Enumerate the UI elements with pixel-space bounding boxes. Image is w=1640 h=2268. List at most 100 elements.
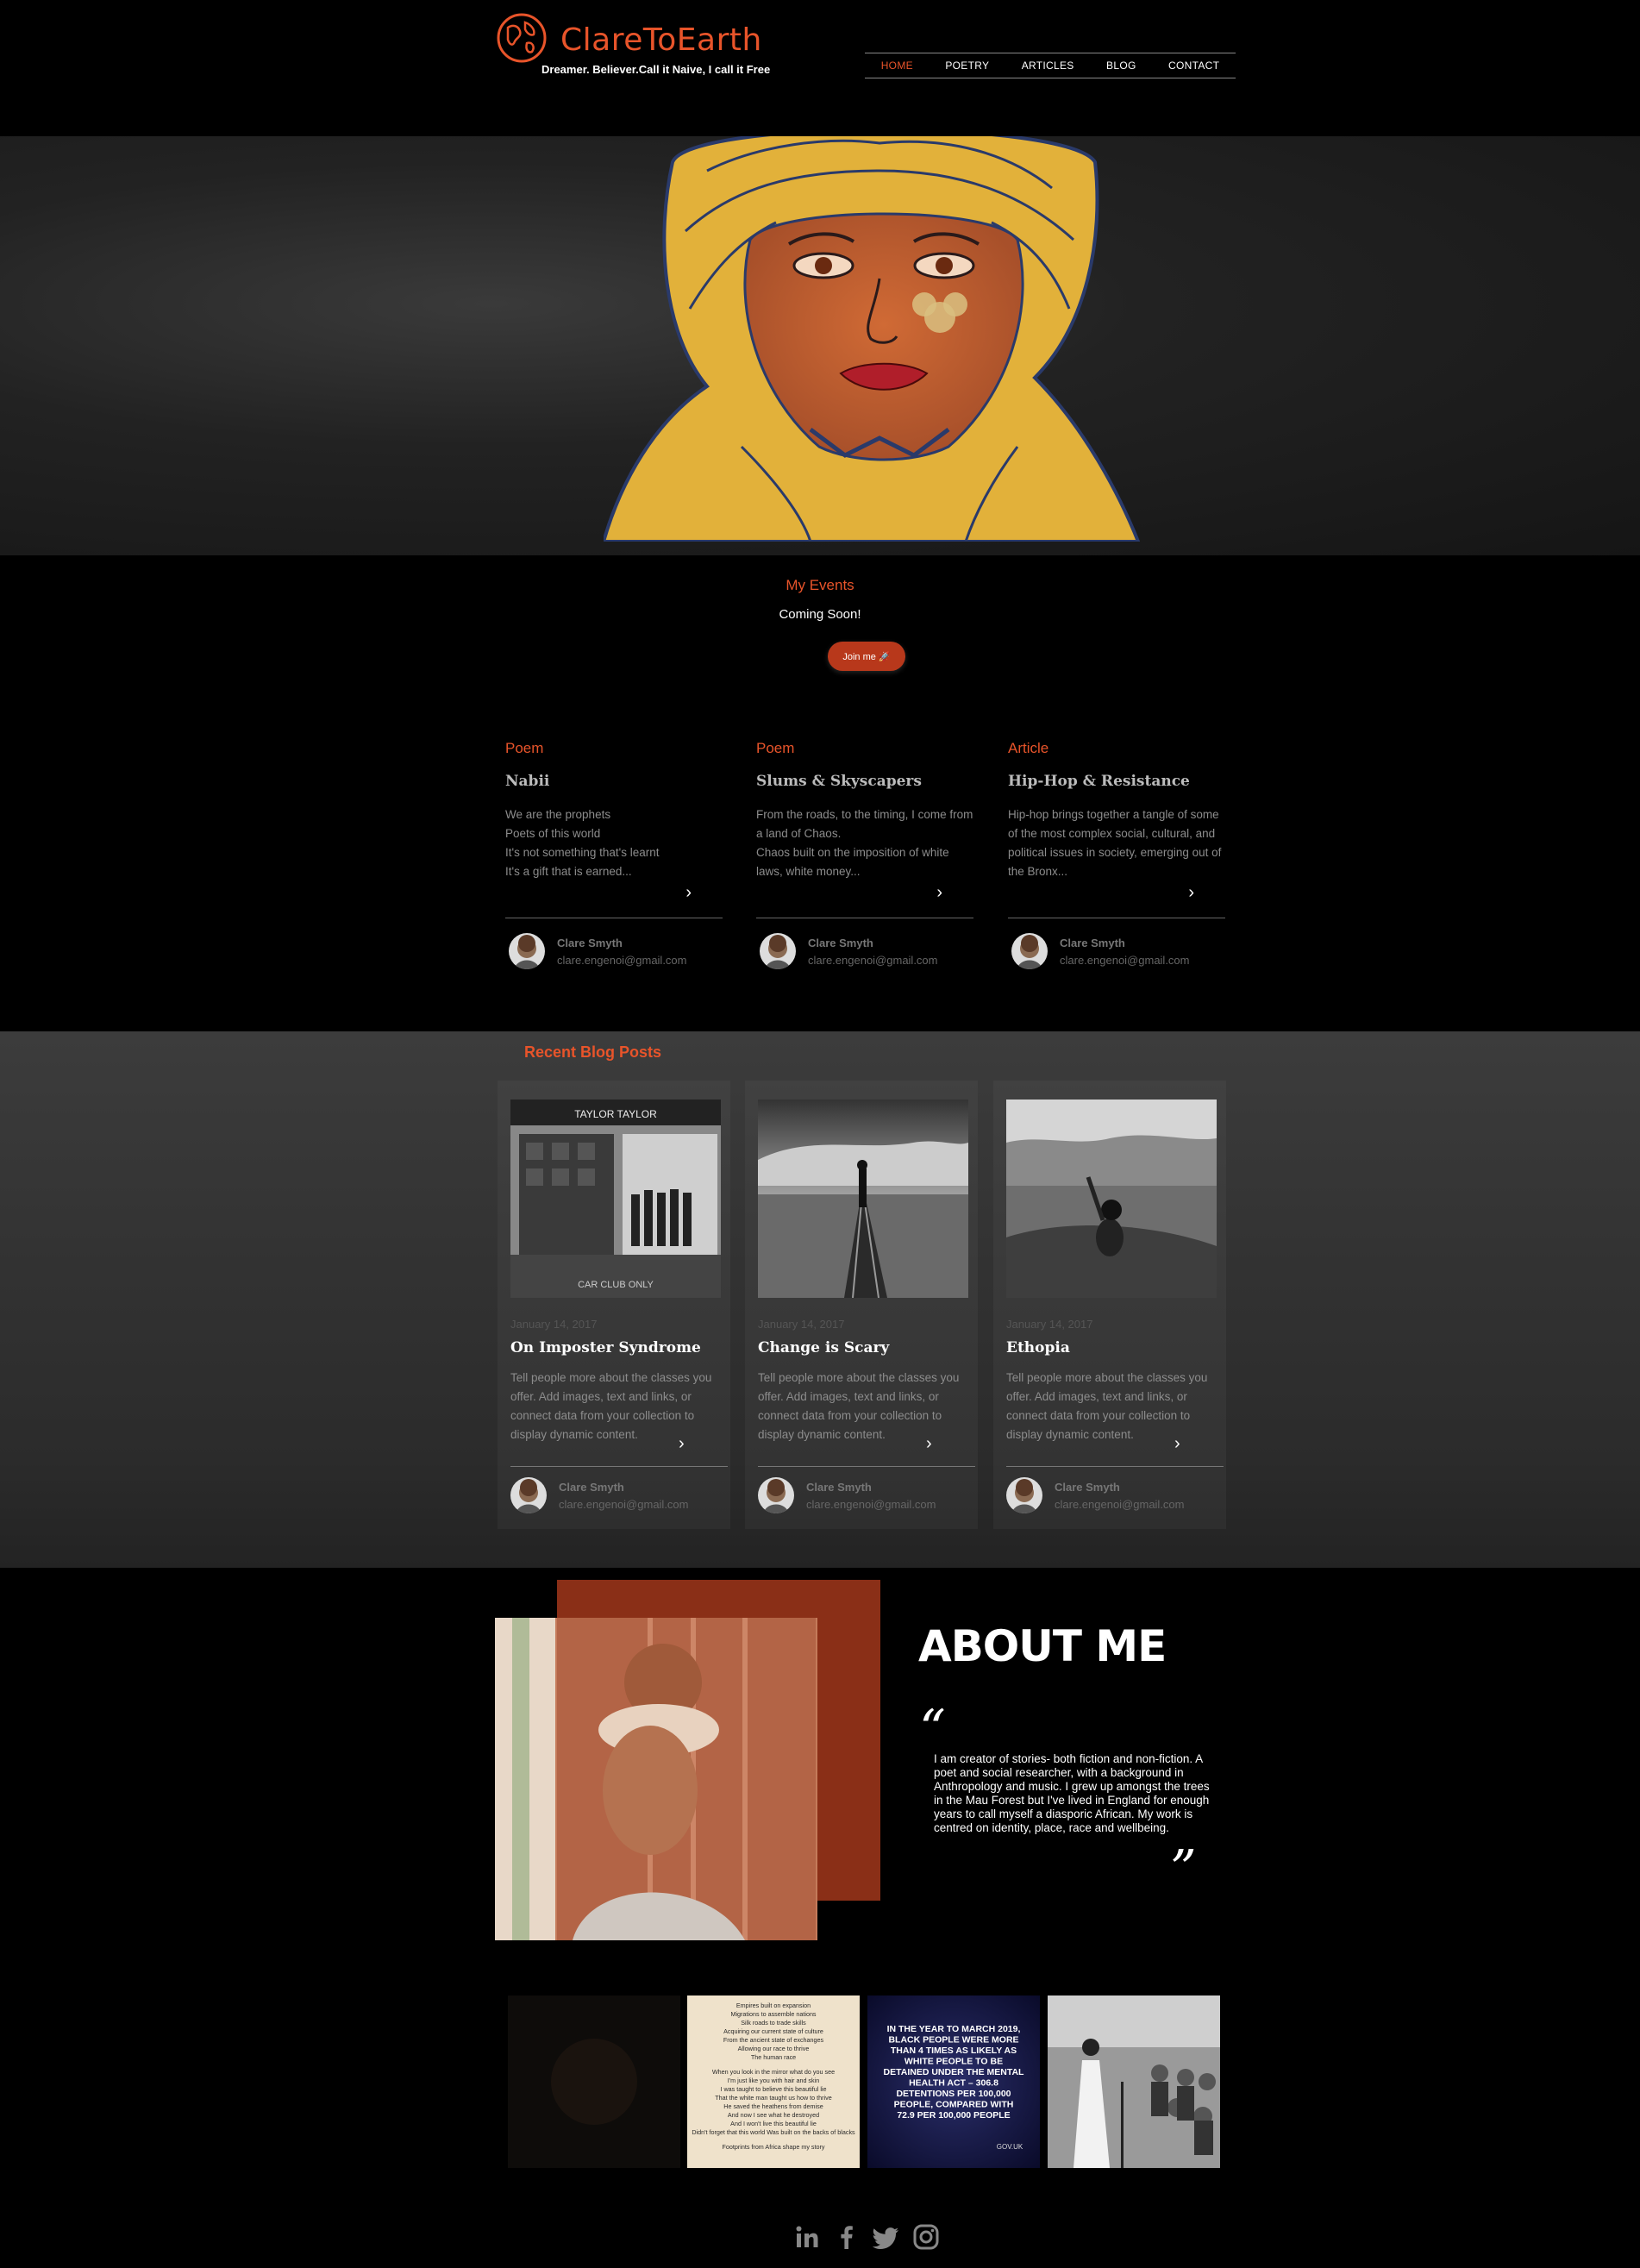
statistic-line: BLACK PEOPLE WERE MORE xyxy=(888,2035,1018,2046)
blog-excerpt: Tell people more about the classes you o… xyxy=(1006,1371,1208,1441)
avatar xyxy=(760,933,796,969)
about-text: I am creator of stories- both fiction an… xyxy=(934,1752,1210,1834)
nav-home[interactable]: HOME xyxy=(881,60,913,72)
blog-image-landscape[interactable] xyxy=(1006,1100,1217,1298)
chevron-right-icon[interactable]: › xyxy=(1174,1434,1180,1454)
blog-heading: Recent Blog Posts xyxy=(524,1043,662,1061)
gallery-image-poem[interactable]: Empires built on expansion Migrations to … xyxy=(687,1995,860,2168)
avatar xyxy=(758,1477,794,1513)
blog-title[interactable]: Ethopia xyxy=(1006,1339,1070,1356)
about-title: ABOUT ME xyxy=(918,1621,1167,1671)
author-name[interactable]: Clare Smyth xyxy=(808,937,938,949)
post-category: Poem xyxy=(505,740,544,756)
quote-open-icon: “ xyxy=(919,1699,946,1759)
blog-excerpt: Tell people more about the classes you o… xyxy=(510,1371,712,1441)
social-links xyxy=(793,2223,940,2251)
author-email: clare.engenoi@gmail.com xyxy=(806,1497,936,1511)
instagram-icon[interactable] xyxy=(912,2223,940,2251)
post-card-slums-skyscapers[interactable]: Poem Slums & Skyscapers From the roads, … xyxy=(756,740,973,981)
nav-contact[interactable]: CONTACT xyxy=(1168,60,1219,72)
poem-line: And now I see what he destroyed xyxy=(728,2111,819,2119)
statistic-line: DETENTIONS PER 100,000 xyxy=(896,2089,1011,2099)
blog-excerpt: Tell people more about the classes you o… xyxy=(758,1371,960,1441)
chevron-right-icon[interactable]: › xyxy=(1188,883,1194,903)
chevron-right-icon[interactable]: › xyxy=(926,1434,932,1454)
author-email: clare.engenoi@gmail.com xyxy=(808,953,938,967)
poem-line: When you look in the mirror what do you … xyxy=(712,2068,835,2076)
nav-articles[interactable]: ARTICLES xyxy=(1022,60,1074,72)
poem-line: From the ancient state of exchanges xyxy=(723,2036,824,2044)
post-title[interactable]: Slums & Skyscapers xyxy=(756,773,973,790)
post-category: Poem xyxy=(756,740,795,756)
blog-card-imposter-syndrome[interactable]: TAYLOR TAYLOR CAR CLUB ONLY January 14, … xyxy=(498,1081,730,1529)
post-card-nabii[interactable]: Poem Nabii We are the prophets Poets of … xyxy=(505,740,723,981)
statistic-line: THAN 4 TIMES AS LIKELY AS xyxy=(891,2046,1017,2056)
divider xyxy=(758,1466,975,1467)
blog-title[interactable]: On Imposter Syndrome xyxy=(510,1339,701,1356)
site-header: ClareToEarth Dreamer. Believer.Call it N… xyxy=(0,0,1640,136)
author-name[interactable]: Clare Smyth xyxy=(806,1481,936,1494)
poem-line: Acquiring our current state of culture xyxy=(723,2027,823,2035)
statistic-source: GOV.UK xyxy=(997,2143,1023,2151)
poem-line: Migrations to assemble nations xyxy=(730,2010,816,2018)
gallery-image-performance[interactable] xyxy=(1048,1995,1220,2168)
poem-line: Allowing our race to thrive xyxy=(738,2045,810,2052)
poem-line: That the white man taught us how to thri… xyxy=(715,2094,831,2102)
avatar xyxy=(510,1477,547,1513)
avatar xyxy=(1011,933,1048,969)
recent-blog-section: Recent Blog Posts TAYLOR TAYLOR CAR CLUB… xyxy=(0,1031,1640,1568)
post-title[interactable]: Nabii xyxy=(505,773,723,790)
author-email: clare.engenoi@gmail.com xyxy=(557,953,687,967)
author-email: clare.engenoi@gmail.com xyxy=(559,1497,689,1511)
statistic-line: PEOPLE, COMPARED WITH xyxy=(894,2100,1014,2110)
join-me-button[interactable]: Join me 🚀 xyxy=(828,642,905,671)
globe-logo-icon[interactable] xyxy=(496,12,548,64)
facebook-icon[interactable] xyxy=(833,2223,861,2251)
site-tagline: Dreamer. Believer.Call it Naive, I call … xyxy=(541,63,771,76)
blog-image-railway[interactable] xyxy=(758,1100,968,1298)
post-excerpt: From the roads, to the timing, I come fr… xyxy=(756,808,973,878)
poem-line: Silk roads to trade skills xyxy=(741,2019,806,2027)
post-card-hip-hop-resistance[interactable]: Article Hip-Hop & Resistance Hip-hop bri… xyxy=(1008,740,1225,981)
post-author: Clare Smyth clare.engenoi@gmail.com xyxy=(1011,933,1190,969)
chevron-right-icon[interactable]: › xyxy=(685,883,692,903)
hero-mural-image xyxy=(604,136,1141,542)
post-author: Clare Smyth clare.engenoi@gmail.com xyxy=(509,933,687,969)
blog-date: January 14, 2017 xyxy=(510,1318,598,1331)
blog-author: Clare Smyth clare.engenoi@gmail.com xyxy=(510,1477,689,1513)
blog-title[interactable]: Change is Scary xyxy=(758,1339,889,1356)
post-excerpt: Hip-hop brings together a tangle of some… xyxy=(1008,808,1222,878)
post-category: Article xyxy=(1008,740,1049,756)
author-name[interactable]: Clare Smyth xyxy=(1060,937,1190,949)
nav-blog[interactable]: BLOG xyxy=(1106,60,1136,72)
divider xyxy=(510,1466,728,1467)
author-name[interactable]: Clare Smyth xyxy=(559,1481,689,1494)
poem-line: I was taught to believe this beautiful l… xyxy=(720,2085,826,2093)
blog-date: January 14, 2017 xyxy=(1006,1318,1093,1331)
statistic-line: WHITE PEOPLE TO BE xyxy=(905,2057,1003,2067)
blog-image-storefront[interactable]: TAYLOR TAYLOR CAR CLUB ONLY xyxy=(510,1100,721,1298)
chevron-right-icon[interactable]: › xyxy=(936,883,942,903)
storefront-sign: TAYLOR TAYLOR xyxy=(574,1108,657,1120)
statistic-line: DETAINED UNDER THE MENTAL xyxy=(884,2067,1025,2077)
blog-author: Clare Smyth clare.engenoi@gmail.com xyxy=(758,1477,936,1513)
statistic-line: 72.9 PER 100,000 PEOPLE xyxy=(897,2110,1010,2121)
divider xyxy=(1006,1466,1224,1467)
quote-close-icon: ” xyxy=(1170,1839,1197,1900)
post-title[interactable]: Hip-Hop & Resistance xyxy=(1008,773,1225,790)
site-title[interactable]: ClareToEarth xyxy=(560,22,762,58)
chevron-right-icon[interactable]: › xyxy=(679,1434,685,1454)
blog-card-change-is-scary[interactable]: January 14, 2017 Change is Scary Tell pe… xyxy=(745,1081,978,1529)
author-name[interactable]: Clare Smyth xyxy=(557,937,687,949)
blog-card-ethopia[interactable]: January 14, 2017 Ethopia Tell people mor… xyxy=(993,1081,1226,1529)
nav-poetry[interactable]: POETRY xyxy=(945,60,989,72)
linkedin-icon[interactable] xyxy=(793,2223,821,2251)
events-subtitle: Coming Soon! xyxy=(779,607,861,622)
author-name[interactable]: Clare Smyth xyxy=(1055,1481,1185,1494)
poem-line: Footprints from Africa shape my story xyxy=(722,2143,824,2151)
gallery-image-statistic[interactable]: IN THE YEAR TO MARCH 2019, BLACK PEOPLE W… xyxy=(867,1995,1040,2168)
twitter-icon[interactable] xyxy=(873,2223,900,2251)
post-excerpt: We are the prophets Poets of this world … xyxy=(505,808,660,878)
author-email: clare.engenoi@gmail.com xyxy=(1060,953,1190,967)
gallery-image-dark[interactable] xyxy=(508,1995,680,2168)
